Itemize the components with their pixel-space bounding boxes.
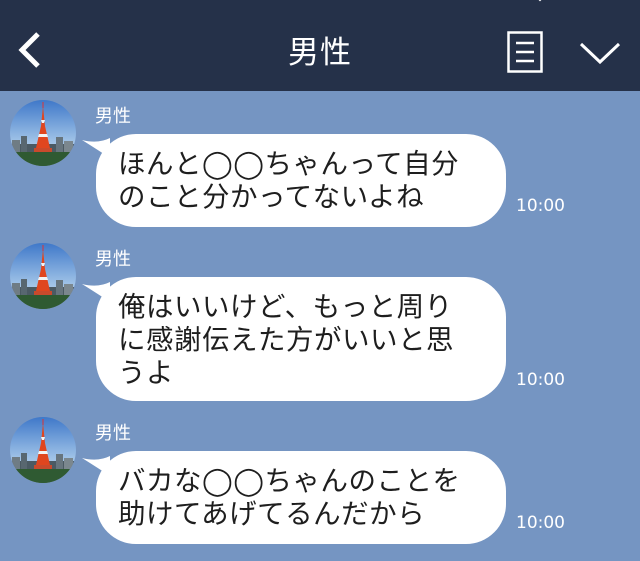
chat-title: 男性 [288,35,352,71]
message-text-line: のこと分かってないよね [118,181,425,213]
sender-name: 男性 [95,106,131,127]
message-text-line: 俺はいいけど、もっと周り [118,291,453,323]
chat-header: 男性 [0,0,640,91]
message-bubble[interactable]: 俺はいいけど、もっと周り に感謝伝えた方がいいと思 うよ [96,277,506,401]
tokyo-tower-avatar-image [10,243,76,309]
message-bubble[interactable]: バカな◯◯ちゃんのことを 助けてあげてるんだから [96,451,506,544]
avatar[interactable] [10,243,76,309]
sender-name: 男性 [95,423,131,444]
sender-name: 男性 [95,249,131,270]
message-text-line: に感謝伝えた方がいいと思 [118,324,454,356]
message-time: 10:00 [516,513,565,533]
message-bubble[interactable]: ほんと◯◯ちゃんって自分 のこと分かってないよね [96,134,506,227]
tokyo-tower-avatar-image [10,100,76,166]
message-text-line: ほんと◯◯ちゃんって自分 [118,148,460,180]
message-time: 10:00 [516,370,565,390]
message-text-line: 助けてあげてるんだから [118,498,426,530]
note-menu-icon [507,31,543,73]
note-menu-button[interactable] [507,31,543,73]
tokyo-tower-avatar-image [10,417,76,483]
chevron-down-icon [579,42,621,65]
dropdown-button[interactable] [578,39,622,67]
avatar[interactable] [10,100,76,166]
message-text-line: バカな◯◯ちゃんのことを [118,465,461,497]
message-text-line: うよ [118,357,174,389]
avatar[interactable] [10,417,76,483]
status-chevron-icon [538,0,542,2]
message-time: 10:00 [516,196,565,216]
